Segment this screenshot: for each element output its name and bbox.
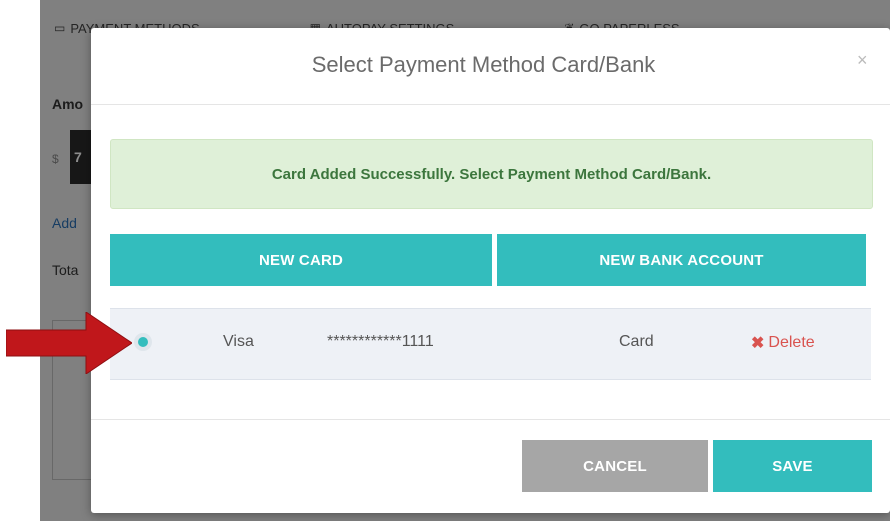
new-bank-account-button[interactable]: NEW BANK ACCOUNT [497,234,866,286]
success-alert: Card Added Successfully. Select Payment … [110,139,873,209]
close-icon[interactable]: × [857,50,868,71]
alert-text: Card Added Successfully. Select Payment … [271,165,712,183]
delete-button[interactable]: ✖ Delete [751,333,815,353]
masked-card-number: ************1111 [327,333,434,350]
payment-method-radio[interactable] [134,333,152,351]
card-brand: Visa [223,333,254,350]
modal-header: Select Payment Method Card/Bank × [91,28,890,105]
modal-title: Select Payment Method Card/Bank [311,52,656,77]
radio-selected-dot [138,337,148,347]
payment-method-modal: Select Payment Method Card/Bank × Card A… [91,28,890,513]
save-button[interactable]: SAVE [713,440,872,492]
payment-type: Card [619,333,654,350]
red-arrow-icon [6,312,132,374]
modal-footer-divider [91,419,890,420]
new-card-button[interactable]: NEW CARD [110,234,492,286]
cancel-button[interactable]: CANCEL [522,440,708,492]
table-row[interactable]: Visa ************1111 Card ✖ Delete [110,308,871,380]
close-icon: ✖ [751,335,765,352]
delete-label: Delete [768,334,815,351]
